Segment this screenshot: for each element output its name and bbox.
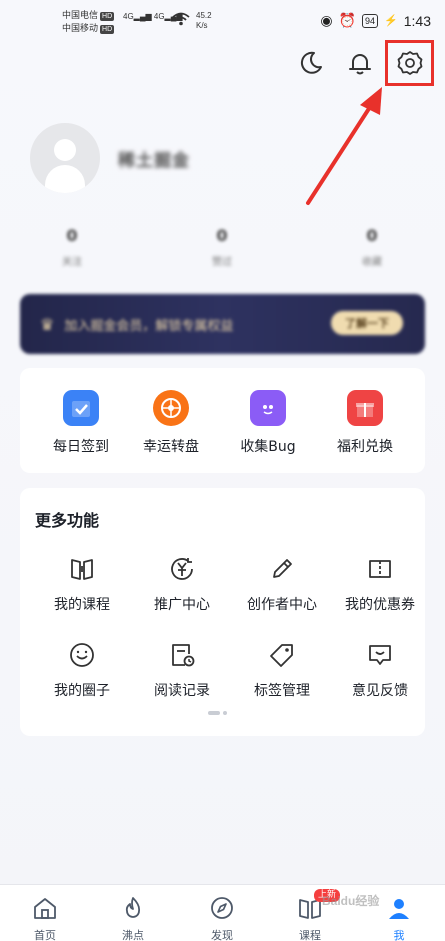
vip-banner[interactable]: ♛ 加入掘金会员，解锁专属权益 了解一下: [20, 294, 425, 354]
bell-icon: [349, 54, 371, 75]
compass-icon: [211, 897, 233, 919]
status-right: ◉ ⏰ 94 ⚡ 1:43: [320, 12, 431, 29]
tag-management-button[interactable]: 标签管理: [234, 640, 330, 700]
feedback-icon: [332, 640, 428, 670]
avatar[interactable]: [30, 123, 100, 193]
pencil-icon: [234, 554, 330, 584]
page-indicator: [208, 711, 227, 715]
my-courses-button[interactable]: 我的课程: [34, 554, 130, 614]
carrier-1: 中国电信: [62, 10, 99, 20]
lucky-wheel-icon: [153, 390, 189, 426]
me-icon: [389, 899, 409, 919]
tab-pins[interactable]: 沸点: [103, 895, 163, 941]
more-functions-card: 更多功能 我的课程 推广中心 创作者中心 我的优惠券 我的圈子 阅读记录 标签管…: [20, 488, 425, 736]
more-functions-title: 更多功能: [35, 511, 100, 530]
rewards-exchange-button[interactable]: 福利兑换: [325, 390, 405, 456]
settings-highlight-box: [385, 40, 434, 86]
tab-discover[interactable]: 发现: [192, 895, 252, 941]
reading-history-icon: [134, 640, 230, 670]
notifications-button[interactable]: [345, 48, 375, 78]
promotion-center-button[interactable]: 推广中心: [134, 554, 230, 614]
book-icon: [34, 554, 130, 584]
hd-badge-1: HD: [100, 12, 115, 21]
carrier-2: 中国移动: [62, 23, 99, 33]
hd-badge-2: HD: [100, 25, 115, 34]
status-bar: 中国电信 HD 中国移动 HD 4G▂▄▆ 4G▂▄▆ 45.2 K/s ◉ ⏰ 9…: [0, 0, 445, 40]
dark-mode-button[interactable]: [296, 48, 326, 78]
stat-following[interactable]: 0 关注: [42, 226, 102, 268]
feedback-button[interactable]: 意见反馈: [332, 640, 428, 700]
creator-center-button[interactable]: 创作者中心: [234, 554, 330, 614]
vip-text: 加入掘金会员，解锁专属权益: [64, 318, 234, 334]
collect-bug-button[interactable]: 收集Bug: [228, 390, 308, 456]
profile-header[interactable]: 稀土掘金: [30, 123, 190, 193]
eye-icon: ◉: [320, 12, 333, 28]
smile-circle-icon: [34, 640, 130, 670]
lucky-wheel-button[interactable]: 幸运转盘: [131, 390, 211, 456]
tab-home[interactable]: 首页: [15, 895, 75, 941]
tag-icon: [234, 640, 330, 670]
gift-icon: [347, 390, 383, 426]
yen-coin-icon: [134, 554, 230, 584]
watermark: Baidu经验: [322, 894, 380, 908]
crown-icon: ♛: [40, 314, 55, 334]
daily-checkin-button[interactable]: 每日签到: [41, 390, 121, 456]
stat-collections[interactable]: 0 收藏: [342, 226, 402, 268]
top-toolbar: [0, 48, 445, 80]
battery-indicator: 94: [362, 13, 379, 28]
clock-time: 1:43: [403, 12, 431, 29]
stat-likes[interactable]: 0 赞过: [192, 226, 252, 268]
charging-icon: ⚡: [384, 15, 398, 27]
checkin-calendar-icon: [63, 390, 99, 426]
quick-actions-card: 每日签到 幸运转盘 收集Bug 福利兑换: [20, 368, 425, 473]
net-speed: 45.2 K/s: [196, 11, 212, 30]
my-coupons-button[interactable]: 我的优惠券: [332, 554, 428, 614]
alarm-icon: ⏰: [338, 12, 357, 28]
my-circles-button[interactable]: 我的圈子: [34, 640, 130, 700]
wifi-icon: [172, 12, 190, 26]
vip-learn-more-button[interactable]: 了解一下: [331, 311, 403, 335]
carrier-info: 中国电信 HD 中国移动 HD: [62, 9, 115, 35]
username[interactable]: 稀土掘金: [118, 146, 190, 171]
home-icon: [34, 898, 56, 919]
bug-monster-icon: [250, 390, 286, 426]
coupon-icon: [332, 554, 428, 584]
flame-icon: [125, 897, 141, 918]
moon-icon: [300, 51, 322, 74]
annotation-arrow: [306, 87, 382, 205]
reading-history-button[interactable]: 阅读记录: [134, 640, 230, 700]
